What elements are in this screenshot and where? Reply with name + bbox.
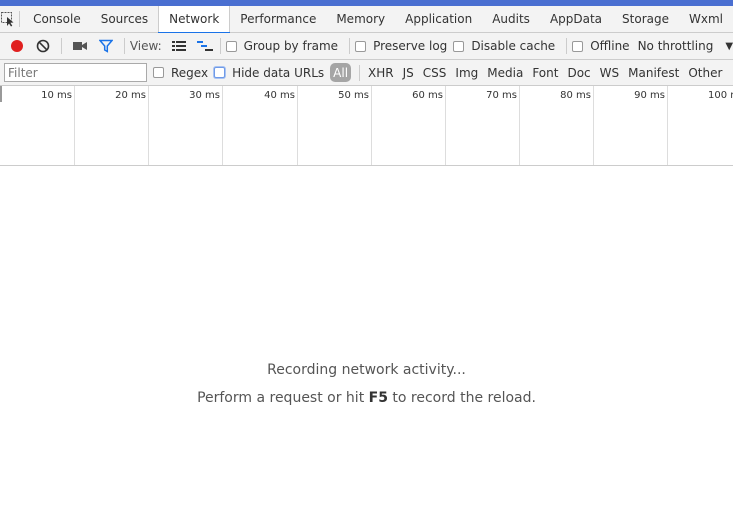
tabbar-separator (18, 11, 20, 27)
clear-icon (36, 39, 50, 53)
type-filter-js[interactable]: JS (399, 63, 418, 82)
type-filter-doc[interactable]: Doc (563, 63, 594, 82)
checkbox-box[interactable] (225, 40, 237, 52)
filter-toggle-button[interactable] (93, 34, 119, 58)
tab-wxml[interactable]: Wxml (679, 6, 733, 33)
recording-status-text: Recording network activity... (267, 362, 466, 378)
timeline-tick: 60 ms (372, 86, 446, 165)
throttling-dropdown-arrow-icon[interactable]: ▼ (725, 41, 733, 52)
tab-memory[interactable]: Memory (326, 6, 395, 33)
list-view-icon (171, 41, 186, 51)
timeline-tick: 100 ms (708, 90, 733, 101)
tab-sources[interactable]: Sources (91, 6, 158, 33)
toolbar-separator (123, 38, 125, 54)
tab-storage[interactable]: Storage (612, 6, 679, 33)
checkbox-box[interactable] (572, 40, 584, 52)
network-toolbar: View: Group by frame Preserve log Disabl… (0, 33, 733, 60)
toolbar-separator (349, 38, 351, 54)
network-overview-timeline[interactable]: 10 ms 20 ms 30 ms 40 ms 50 ms 60 ms 70 m… (0, 86, 733, 166)
overview-button[interactable] (192, 34, 218, 58)
reload-hint-text: Perform a request or hit F5 to record th… (197, 390, 536, 406)
tab-audits[interactable]: Audits (482, 6, 540, 33)
checkbox-box[interactable] (153, 67, 164, 78)
filter-funnel-icon (98, 39, 113, 53)
preserve-log-checkbox[interactable]: Preserve log (355, 39, 447, 53)
large-request-rows-button[interactable] (166, 34, 192, 58)
type-filter-other[interactable]: Other (684, 63, 726, 82)
checkbox-box[interactable] (214, 67, 226, 78)
record-button[interactable] (4, 34, 30, 58)
timeline-tick: 50 ms (298, 86, 372, 165)
timeline-tick: 30 ms (149, 86, 223, 165)
group-by-frame-checkbox[interactable]: Group by frame (225, 39, 338, 53)
disable-cache-checkbox[interactable]: Disable cache (453, 39, 555, 53)
toolbar-separator (566, 38, 568, 54)
timeline-tick: 10 ms (0, 86, 75, 165)
throttling-select[interactable]: No throttling (638, 39, 714, 53)
record-icon (10, 40, 23, 52)
type-filter-media[interactable]: Media (483, 63, 527, 82)
toolbar-separator (219, 38, 221, 54)
tab-console[interactable]: Console (23, 6, 91, 33)
empty-state-message: Recording network activity... Perform a … (0, 362, 733, 406)
view-label: View: (129, 39, 162, 53)
regex-checkbox[interactable]: Regex (153, 66, 208, 80)
filter-bar: Regex Hide data URLs All XHR JS CSS Img … (0, 60, 733, 86)
devtools-tabbar: Console Sources Network Performance Memo… (0, 5, 733, 34)
inspect-element-button[interactable] (0, 6, 17, 32)
type-filter-all[interactable]: All (330, 63, 352, 82)
toolbar-separator (60, 38, 62, 54)
tab-application[interactable]: Application (395, 6, 482, 33)
inspect-cursor-icon (1, 12, 14, 27)
clear-button[interactable] (30, 34, 56, 58)
type-filter-ws[interactable]: WS (596, 63, 623, 82)
type-filter-css[interactable]: CSS (419, 63, 451, 82)
type-filter-manifest[interactable]: Manifest (624, 63, 683, 82)
filter-separator (359, 64, 361, 81)
checkbox-box[interactable] (355, 40, 367, 52)
timeline-tick: 40 ms (223, 86, 298, 165)
type-filter-font[interactable]: Font (528, 63, 562, 82)
capture-screenshots-button[interactable] (67, 34, 93, 58)
type-filter-img[interactable]: Img (451, 63, 482, 82)
checkbox-box[interactable] (453, 40, 465, 52)
video-camera-icon (72, 42, 87, 50)
reload-shortcut-key: F5 (368, 390, 388, 406)
offline-checkbox[interactable]: Offline (572, 39, 630, 53)
type-filter-xhr[interactable]: XHR (364, 63, 398, 82)
timeline-tick: 20 ms (75, 86, 149, 165)
tab-performance[interactable]: Performance (230, 6, 326, 33)
tab-network[interactable]: Network (158, 5, 231, 34)
waterfall-icon (196, 41, 213, 51)
timeline-tick: 90 ms (594, 86, 668, 165)
tab-appdata[interactable]: AppData (540, 6, 612, 33)
timeline-tick: 70 ms (446, 86, 520, 165)
hide-data-urls-checkbox[interactable]: Hide data URLs (214, 66, 324, 80)
filter-input[interactable] (4, 63, 147, 82)
timeline-tick: 80 ms (520, 86, 594, 165)
